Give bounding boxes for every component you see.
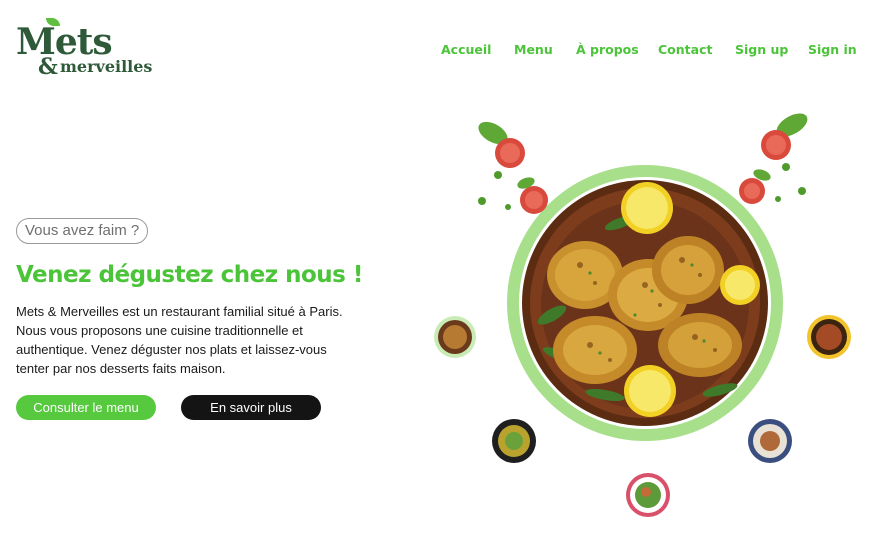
view-menu-button[interactable]: Consulter le menu	[16, 395, 156, 420]
nav-a-propos[interactable]: À propos	[576, 42, 639, 57]
nav-accueil[interactable]: Accueil	[441, 42, 491, 57]
logo-text-merveilles: merveilles	[60, 57, 153, 76]
hero-description: Mets & Merveilles est un restaurant fami…	[16, 304, 343, 376]
brand-logo[interactable]: Mets & merveilles	[16, 18, 156, 80]
logo-ampersand: &	[38, 54, 58, 80]
food-illustration	[434, 113, 851, 517]
nav-contact[interactable]: Contact	[658, 42, 712, 57]
learn-more-button[interactable]: En savoir plus	[181, 395, 321, 420]
nav-sign-in[interactable]: Sign in	[808, 42, 857, 57]
hero-headline: Venez dégustez chez nous !	[16, 262, 363, 288]
logo-text-mets: Mets	[16, 21, 113, 63]
nav-sign-up[interactable]: Sign up	[735, 42, 788, 57]
hunger-badge: Vous avez faim ?	[16, 218, 149, 244]
hero-image	[420, 105, 877, 534]
nav-menu[interactable]: Menu	[514, 42, 553, 57]
